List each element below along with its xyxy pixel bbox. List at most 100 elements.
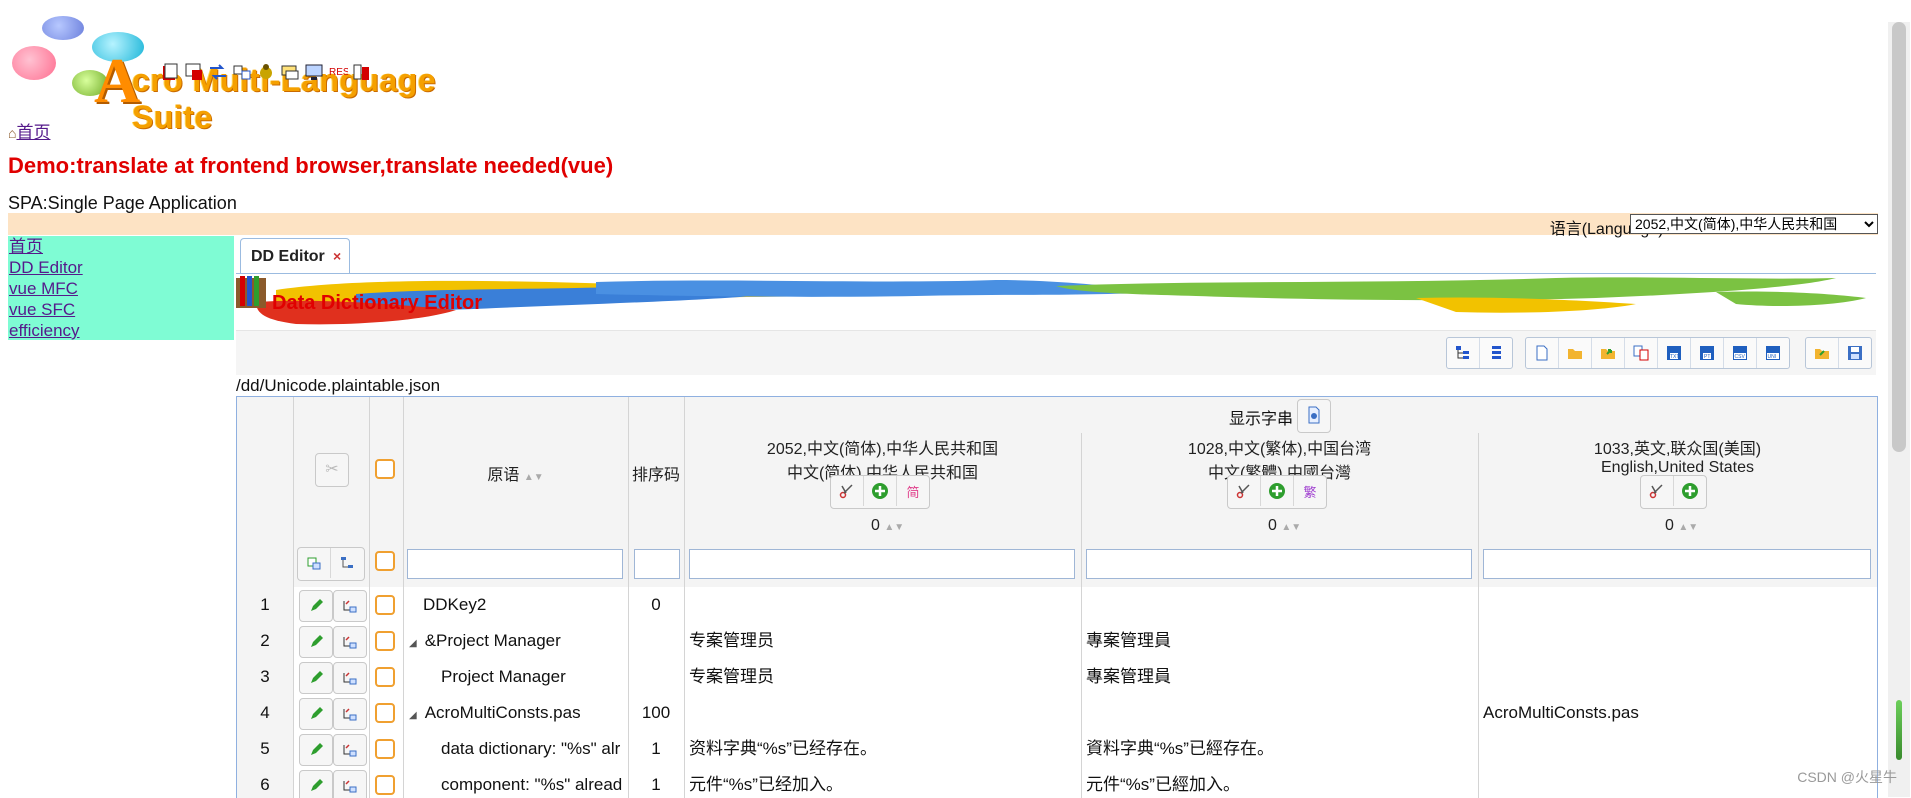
book-red-icon xyxy=(163,63,178,80)
edit-row-button[interactable] xyxy=(299,626,333,658)
edit-row-button[interactable] xyxy=(299,662,333,694)
cell-source[interactable]: data dictionary: "%s" alr xyxy=(427,731,624,767)
convert-simplified-button[interactable]: 简 xyxy=(897,476,929,506)
row-actions-button[interactable] xyxy=(333,698,367,730)
filter-sort-input[interactable] xyxy=(634,549,680,579)
edit-row-button[interactable] xyxy=(299,770,333,798)
scrollbar-thumb[interactable] xyxy=(1892,22,1906,452)
filter-zh-tw-input[interactable] xyxy=(1086,549,1472,579)
lang-count-en-us[interactable]: 0 ▲▼ xyxy=(1665,517,1698,535)
remove-language-button[interactable] xyxy=(1641,476,1674,506)
tree-toggle-icon[interactable]: ◢ xyxy=(409,638,417,649)
app-logo: A cro Multi-Language Suite RES xyxy=(8,10,458,135)
cell-zh-tw[interactable]: 專案管理員 xyxy=(1086,623,1474,659)
open-recent-button[interactable] xyxy=(1592,338,1625,368)
table-row[interactable]: 4 ◢ AcroMultiConsts.pas 100 AcroMultiConsts.… xyxy=(237,695,1877,732)
remove-language-button[interactable] xyxy=(831,476,864,506)
save-txt-button[interactable]: TXT xyxy=(1658,338,1691,368)
col-divider xyxy=(1478,695,1479,731)
home-link[interactable]: ⌂首页 xyxy=(8,118,50,143)
row-actions-button[interactable] xyxy=(333,734,367,766)
filter-source-input[interactable] xyxy=(407,549,623,579)
table-row[interactable]: 3 Project Manager 专案管理员 專案管理員 xyxy=(237,659,1877,696)
add-language-button[interactable] xyxy=(1261,476,1294,506)
row-number: 5 xyxy=(237,731,293,767)
list-view-button[interactable] xyxy=(1480,338,1512,368)
language-select[interactable]: 2052,中文(简体),中华人民共和国 xyxy=(1630,214,1878,234)
edit-row-button[interactable] xyxy=(299,698,333,730)
cell-source[interactable]: ◢ &Project Manager xyxy=(409,623,624,662)
filter-checkbox[interactable] xyxy=(375,551,395,571)
sidebar-item-efficiency[interactable]: efficiency xyxy=(8,320,234,341)
edit-row-button[interactable] xyxy=(299,734,333,766)
tree-toggle-icon[interactable]: ◢ xyxy=(409,710,417,721)
row-checkbox[interactable] xyxy=(375,739,395,759)
cell-zh-tw[interactable]: 專案管理員 xyxy=(1086,659,1474,695)
row-checkbox[interactable] xyxy=(375,667,395,687)
cell-source[interactable]: DDKey2 xyxy=(409,587,624,623)
cell-source[interactable]: ◢ AcroMultiConsts.pas xyxy=(409,695,624,734)
sidebar-item-home[interactable]: 首页 xyxy=(8,236,234,257)
collapse-all-button[interactable] xyxy=(331,548,363,578)
new-file-button[interactable] xyxy=(1526,338,1559,368)
sort-icon: ▲▼ xyxy=(523,472,544,483)
cell-en-us[interactable]: AcroMultiConsts.pas xyxy=(1483,695,1873,731)
save-uni-button[interactable]: UNI xyxy=(1757,338,1789,368)
table-row[interactable]: 6 component: "%s" alread 1 元件“%s”已经加入。 元件“%s… xyxy=(237,767,1877,798)
cell-zh-cn[interactable]: 专案管理员 xyxy=(689,659,1077,695)
remove-language-button[interactable] xyxy=(1228,476,1261,506)
home-link-text[interactable]: 首页 xyxy=(16,123,50,142)
row-actions-button[interactable] xyxy=(333,590,367,622)
filter-en-us-input[interactable] xyxy=(1483,549,1871,579)
edit-row-button[interactable] xyxy=(299,590,333,622)
save-button[interactable] xyxy=(1839,338,1871,368)
cell-zh-cn[interactable]: 资料字典“%s”已经存在。 xyxy=(689,731,1077,767)
row-checkbox[interactable] xyxy=(375,595,395,615)
sidebar-item-vue-mfc[interactable]: vue MFC xyxy=(8,278,234,299)
table-row[interactable]: 5 data dictionary: "%s" alr 1 资料字典“%s”已经存在。… xyxy=(237,731,1877,768)
expand-all-button[interactable] xyxy=(298,548,331,578)
table-row[interactable]: 1 DDKey2 0 xyxy=(237,587,1877,624)
count-value: 0 xyxy=(1268,517,1277,534)
save-csv-button[interactable]: CSV xyxy=(1724,338,1757,368)
scissors-icon xyxy=(1649,484,1663,499)
lang-header-line1: 2052,中文(简体),中华人民共和国 xyxy=(766,441,999,458)
select-all-checkbox[interactable] xyxy=(375,459,395,479)
tab-dd-editor[interactable]: DD Editor × xyxy=(240,238,350,273)
add-language-button[interactable] xyxy=(864,476,897,506)
cell-source[interactable]: Project Manager xyxy=(427,659,624,695)
lang-count-zh-cn[interactable]: 0 ▲▼ xyxy=(871,517,904,535)
save-pt-button[interactable]: PT xyxy=(1691,338,1724,368)
page-scrollbar[interactable] xyxy=(1888,22,1910,797)
row-checkbox[interactable] xyxy=(375,703,395,723)
cell-zh-tw[interactable]: 資料字典“%s”已經存在。 xyxy=(1086,731,1474,767)
cell-sort-code[interactable]: 1 xyxy=(628,767,684,798)
row-actions-button[interactable] xyxy=(333,770,367,798)
cell-source[interactable]: component: "%s" alread xyxy=(427,767,624,798)
add-language-button[interactable] xyxy=(1674,476,1706,506)
row-actions-button[interactable] xyxy=(333,626,367,658)
cell-zh-tw[interactable]: 元件“%s”已經加入。 xyxy=(1086,767,1474,798)
open-file-button[interactable] xyxy=(1559,338,1592,368)
row-actions-button[interactable] xyxy=(333,662,367,694)
row-checkbox[interactable] xyxy=(375,631,395,651)
row-checkbox[interactable] xyxy=(375,775,395,795)
sidebar-item-dd-editor[interactable]: DD Editor xyxy=(8,257,234,278)
convert-traditional-button[interactable]: 繁 xyxy=(1294,476,1326,506)
show-strings-button[interactable] xyxy=(1297,399,1331,433)
sidebar-item-vue-sfc[interactable]: vue SFC xyxy=(8,299,234,320)
cell-zh-cn[interactable]: 专案管理员 xyxy=(689,623,1077,659)
filter-zh-cn-input[interactable] xyxy=(689,549,1075,579)
col-header-source[interactable]: 原语 ▲▼ xyxy=(403,461,628,485)
delete-selected-button[interactable]: ✂ xyxy=(315,453,349,487)
cell-sort-code[interactable]: 1 xyxy=(628,731,684,767)
cell-sort-code[interactable]: 0 xyxy=(628,587,684,623)
import-button[interactable] xyxy=(1806,338,1839,368)
merge-button[interactable] xyxy=(1625,338,1658,368)
cell-sort-code[interactable]: 100 xyxy=(628,695,684,731)
tree-view-button[interactable] xyxy=(1447,338,1480,368)
table-row[interactable]: 2 ◢ &Project Manager 专案管理员 專案管理員 xyxy=(237,623,1877,660)
cell-zh-cn[interactable]: 元件“%s”已经加入。 xyxy=(689,767,1077,798)
lang-count-zh-tw[interactable]: 0 ▲▼ xyxy=(1268,517,1301,535)
tab-close-icon[interactable]: × xyxy=(333,248,341,264)
